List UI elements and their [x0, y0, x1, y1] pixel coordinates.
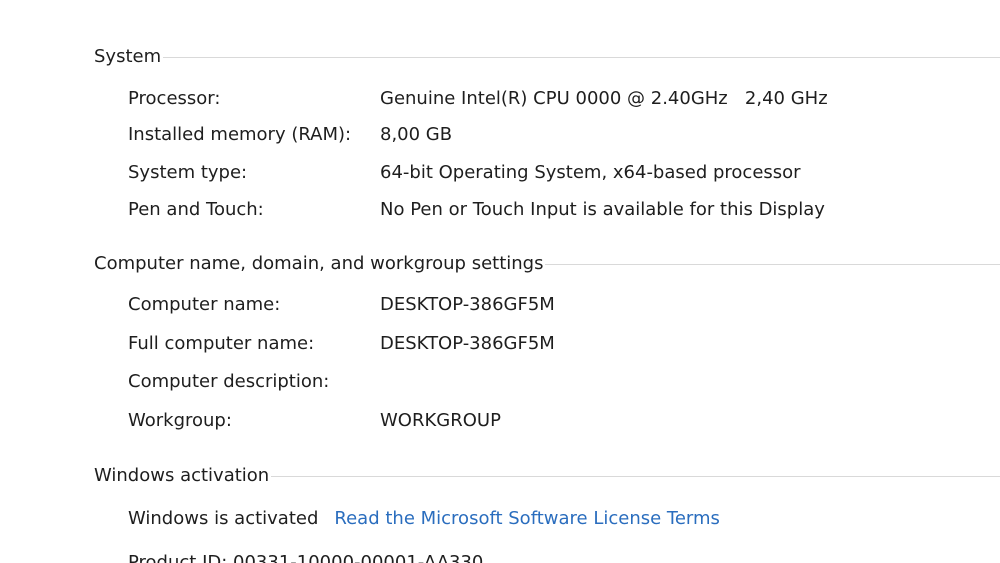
workgroup-value: WORKGROUP — [380, 409, 501, 431]
memory-row: Installed memory (RAM): 8,00 GB — [128, 122, 452, 146]
activation-row: Windows is activated Read the Microsoft … — [128, 506, 720, 530]
system-type-row: System type: 64-bit Operating System, x6… — [128, 160, 801, 184]
computer-name-section-title: Computer name, domain, and workgroup set… — [94, 252, 544, 274]
processor-label: Processor: — [128, 87, 221, 109]
license-terms-link[interactable]: Read the Microsoft Software License Term… — [334, 508, 720, 529]
activation-status: Windows is activated — [128, 507, 319, 529]
activation-section-title: Windows activation — [94, 464, 270, 486]
system-type-value: 64-bit Operating System, x64-based proce… — [380, 161, 801, 183]
activation-section-header: Windows activation — [94, 463, 1000, 487]
computer-name-section-header: Computer name, domain, and workgroup set… — [94, 251, 1000, 275]
full-computer-name-value: DESKTOP-386GF5M — [380, 332, 555, 354]
system-section-header: System — [94, 44, 1000, 68]
full-computer-name-label: Full computer name: — [128, 332, 315, 354]
section-divider — [271, 475, 1000, 477]
computer-name-row: Computer name: DESKTOP-386GF5M — [128, 292, 555, 316]
pen-touch-value: No Pen or Touch Input is available for t… — [380, 198, 825, 220]
computer-description-label: Computer description: — [128, 370, 330, 392]
workgroup-row: Workgroup: WORKGROUP — [128, 408, 501, 432]
memory-label: Installed memory (RAM): — [128, 123, 352, 145]
pen-touch-label: Pen and Touch: — [128, 198, 264, 220]
section-divider — [545, 263, 1000, 265]
computer-name-label: Computer name: — [128, 293, 281, 315]
system-type-label: System type: — [128, 161, 248, 183]
computer-name-value: DESKTOP-386GF5M — [380, 293, 555, 315]
product-id-row: Product ID: 00331-10000-00001-AA330 — [128, 552, 484, 563]
workgroup-label: Workgroup: — [128, 409, 232, 431]
processor-value: Genuine Intel(R) CPU 0000 @ 2.40GHz 2,40… — [380, 87, 828, 109]
processor-row: Processor: Genuine Intel(R) CPU 0000 @ 2… — [128, 86, 828, 110]
full-computer-name-row: Full computer name: DESKTOP-386GF5M — [128, 331, 555, 355]
pen-touch-row: Pen and Touch: No Pen or Touch Input is … — [128, 197, 825, 221]
computer-description-row: Computer description: — [128, 369, 380, 393]
memory-value: 8,00 GB — [380, 123, 453, 145]
system-section-title: System — [94, 45, 162, 67]
section-divider — [163, 56, 1000, 58]
